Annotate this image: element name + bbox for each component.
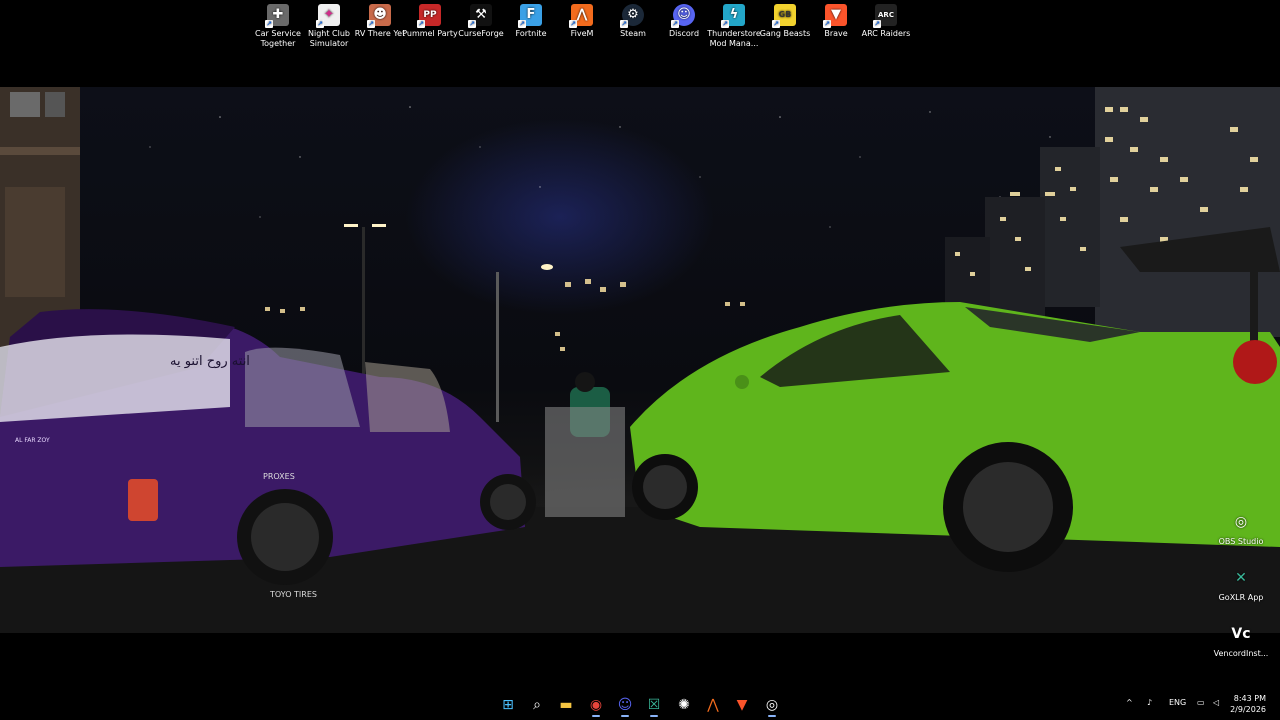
shortcut-arrow-icon: ↗ [468,20,476,28]
fivem-icon[interactable]: ⋀ [701,693,725,717]
desktop-shortcut-gang-beasts[interactable]: GB ↗ Gang Beasts [757,4,813,39]
window-decal-text: انته روح اتنو يه [170,354,250,369]
microphone-icon[interactable]: ♪ [1147,697,1152,709]
arc-raiders-icon: ARC ↗ [873,4,897,28]
desktop-shortcut-rv-there-yet[interactable]: ☻ ↗ RV There Yet [352,4,408,39]
shortcut-label: Thunderstore Mod Mana... [707,29,761,48]
desktop-shortcut-goxlr-app[interactable]: ✕ GoXLR App [1211,567,1271,603]
brave-icon: ▼ ↗ [823,4,847,28]
right-buildings [945,87,1280,337]
shortcut-label: Night Club Simulator [308,29,350,48]
shortcut-arrow-icon: ↗ [873,20,881,28]
left-building [0,87,80,347]
shortcut-arrow-icon: ↗ [367,20,375,28]
windows-start-icon[interactable]: ⊞ [496,693,520,717]
shortcut-label: Discord [668,29,700,38]
shortcut-arrow-icon: ↗ [316,20,324,28]
desktop-shortcut-arc-raiders[interactable]: ARC ↗ ARC Raiders [858,4,914,39]
shortcut-label: Steam [620,29,646,38]
shortcut-arrow-icon: ↗ [265,20,273,28]
rv-icon: ☻ ↗ [367,4,391,28]
goxlr-icon: ✕ [1235,570,1247,586]
search-icon[interactable]: ⌕ [525,693,549,717]
desktop-shortcut-curseforge[interactable]: ⚒ ↗ CurseForge [453,4,509,39]
shortcut-label: Brave [824,29,848,38]
desktop-shortcut-fortnite[interactable]: F ↗ Fortnite [503,4,559,39]
shortcut-label: Gang Beasts [759,29,811,38]
language-indicator[interactable]: ENG [1169,697,1186,709]
fivem-icon: ⋀ ↗ [569,4,593,28]
shortcut-label: VencordInst... [1213,649,1269,658]
desktop-shortcut-brave[interactable]: ▼ ↗ Brave [808,4,864,39]
shortcut-label: FiveM [570,29,594,38]
desktop-shortcut-vencord-installer[interactable]: Vc VencordInst... [1211,623,1271,659]
fortnite-icon: F ↗ [518,4,542,28]
shortcut-arrow-icon: ↗ [823,20,831,28]
elgato-icon[interactable]: ✺ [672,693,696,717]
desktop-wallpaper: انته روح اتنو يه AL FAR ZOY TOYO TIRES P… [0,87,1280,633]
desktop-shortcut-discord[interactable]: ☺ ↗ Discord [656,4,712,39]
desktop-shortcut-night-club-simulator[interactable]: ✦ ↗ Night Club Simulator [301,4,357,49]
car-service-icon: ✚ ↗ [265,4,289,28]
obs-icon: ◎ [1234,514,1248,530]
pummel-party-icon: PP ↗ [417,4,441,28]
shortcut-arrow-icon: ↗ [620,20,628,28]
clock-time: 8:43 PM [1233,694,1266,703]
chrome-icon[interactable]: ◉ [584,693,608,717]
tire-brand-text: TOYO TIRES [269,590,317,599]
volume-icon[interactable]: ◁ [1213,697,1219,709]
shortcut-label: GoXLR App [1218,593,1264,602]
curseforge-icon: ⚒ ↗ [468,4,492,28]
nightclub-icon: ✦ ↗ [316,4,340,28]
stars [149,106,1051,228]
taskbar: ⊞ ⌕ ▬ ◉ ☺ ☒ ✺ ⋀ ▼ ◎ ^ ♪ ENG ▭ ◁ 8:43 PM … [0,689,1280,720]
thunderstore-icon: ϟ ↗ [721,4,745,28]
shortcut-arrow-icon: ↗ [569,20,577,28]
shortcut-arrow-icon: ↗ [671,20,679,28]
clock-date: 2/9/2026 [1230,705,1266,714]
network-icon[interactable]: ▭ [1197,697,1205,709]
brave-icon[interactable]: ▼ [730,693,754,717]
shortcut-label: ARC Raiders [861,29,911,38]
wallpaper-scene: انته روح اتنو يه AL FAR ZOY TOYO TIRES P… [0,87,1280,633]
desktop-shortcut-fivem[interactable]: ⋀ ↗ FiveM [554,4,610,39]
shortcut-arrow-icon: ↗ [518,20,526,28]
desktop-shortcut-obs-studio[interactable]: ◎ OBS Studio [1211,511,1271,547]
shortcut-arrow-icon: ↗ [721,20,729,28]
vencord-icon: Vc [1231,626,1251,642]
desktop-shortcut-thunderstore[interactable]: ϟ ↗ Thunderstore Mod Mana... [706,4,762,49]
discord-icon: ☺ ↗ [671,4,695,28]
desktop-shortcut-pummel-party[interactable]: PP ↗ Pummel Party [402,4,458,39]
desktop-top-icons: ✚ ↗ Car Service Together ✦ ↗ Night Club Si… [0,0,1280,80]
desktop-shortcut-steam[interactable]: ⚙ ↗ Steam [605,4,661,39]
file-explorer-icon[interactable]: ▬ [554,693,578,717]
show-hidden-icons-chevron[interactable]: ^ [1126,697,1133,709]
decal-text: AL FAR ZOY [15,437,50,444]
shortcut-label: Car Service Together [255,29,301,48]
shortcut-label: OBS Studio [1218,537,1264,546]
tire-model-text: PROXES [263,472,295,481]
shortcut-label: CurseForge [458,29,504,38]
system-clock[interactable]: 8:43 PM 2/9/2026 [1230,693,1266,715]
steam-icon: ⚙ ↗ [620,4,644,28]
shortcut-label: RV There Yet [354,29,406,38]
distant-building-lights [265,279,745,351]
obs-icon[interactable]: ◎ [760,693,784,717]
desktop-shortcut-car-service-together[interactable]: ✚ ↗ Car Service Together [250,4,306,49]
gang-beasts-icon: GB ↗ [772,4,796,28]
person-on-chair [545,372,625,517]
shortcut-label: Pummel Party [402,29,458,38]
discord-icon[interactable]: ☺ [613,693,637,717]
shortcut-label: Fortnite [515,29,547,38]
goxlr-icon[interactable]: ☒ [642,693,666,717]
shortcut-arrow-icon: ↗ [417,20,425,28]
shortcut-arrow-icon: ↗ [772,20,780,28]
